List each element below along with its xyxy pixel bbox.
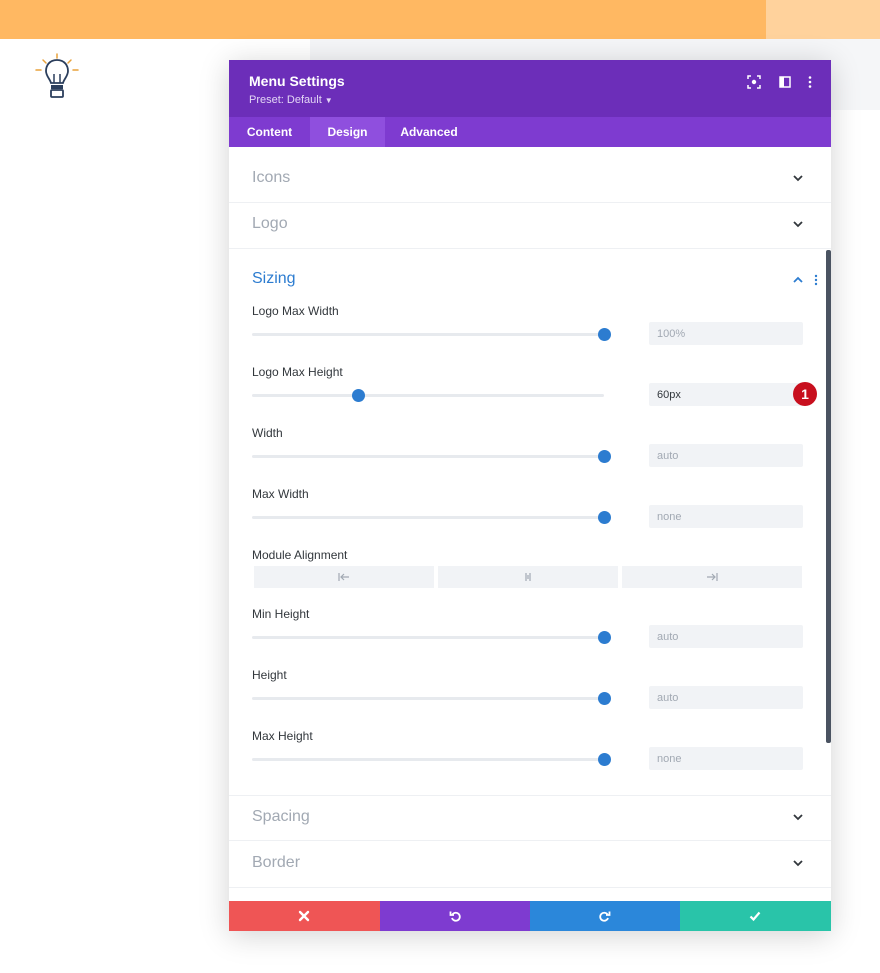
- preset-label: Preset: Default: [249, 94, 322, 106]
- logo-max-width-slider[interactable]: [252, 328, 611, 341]
- section-spacing[interactable]: Spacing: [229, 795, 831, 841]
- focus-icon[interactable]: [746, 74, 762, 90]
- chevron-up-icon[interactable]: [792, 276, 804, 284]
- align-left-button[interactable]: [254, 566, 434, 588]
- undo-icon: [449, 911, 461, 922]
- tab-advanced[interactable]: Advanced: [385, 117, 473, 147]
- align-right-icon: [707, 573, 718, 581]
- max-height-input[interactable]: [649, 747, 803, 770]
- section-icons[interactable]: Icons: [229, 157, 831, 203]
- field-label: Logo Max Height: [252, 365, 343, 379]
- section-options-icon[interactable]: [814, 274, 818, 286]
- slider-thumb[interactable]: [598, 753, 611, 766]
- width-slider[interactable]: [252, 450, 611, 463]
- logo-max-height-slider[interactable]: [252, 389, 604, 402]
- settings-content: Icons Logo Sizing Logo Max Width Logo Ma…: [229, 147, 831, 901]
- min-height-slider[interactable]: [252, 631, 611, 644]
- modal-footer: [229, 901, 831, 931]
- field-label: Module Alignment: [252, 548, 348, 562]
- close-icon: [298, 910, 310, 922]
- cancel-button[interactable]: [229, 901, 380, 931]
- align-right-button[interactable]: [622, 566, 802, 588]
- min-height-input[interactable]: [649, 625, 803, 648]
- slider-thumb[interactable]: [598, 328, 611, 341]
- section-border[interactable]: Border: [229, 842, 831, 888]
- chevron-down-icon: [793, 814, 803, 821]
- align-center-icon: [525, 573, 531, 581]
- modal-header: Menu Settings Preset: Default ▼: [229, 60, 831, 117]
- slider-thumb[interactable]: [598, 631, 611, 644]
- preset-selector[interactable]: Preset: Default ▼: [249, 94, 333, 106]
- width-input[interactable]: [649, 444, 803, 467]
- annotation-badge: 1: [793, 382, 817, 406]
- chevron-down-icon: [793, 221, 803, 228]
- lightbulb-logo-icon: [35, 53, 79, 98]
- undo-button[interactable]: [380, 901, 531, 931]
- tab-design[interactable]: Design: [310, 117, 385, 147]
- field-label: Min Height: [252, 607, 310, 621]
- redo-icon: [599, 911, 611, 922]
- top-banner: [0, 0, 766, 39]
- section-title: Spacing: [252, 808, 310, 825]
- max-width-input[interactable]: [649, 505, 803, 528]
- logo-max-width-input[interactable]: [649, 322, 803, 345]
- check-icon: [749, 911, 761, 922]
- section-title: Icons: [252, 169, 291, 186]
- field-label: Logo Max Width: [252, 304, 339, 318]
- redo-button[interactable]: [530, 901, 681, 931]
- chevron-down-icon: [793, 175, 803, 182]
- height-slider[interactable]: [252, 692, 611, 705]
- slider-thumb[interactable]: [351, 389, 365, 402]
- field-label: Width: [252, 426, 283, 440]
- slider-thumb[interactable]: [598, 692, 611, 705]
- menu-settings-modal: Menu Settings Preset: Default ▼ Content D…: [229, 60, 831, 931]
- tab-content[interactable]: Content: [229, 117, 310, 147]
- field-label: Max Width: [252, 487, 309, 501]
- section-sizing-title[interactable]: Sizing: [252, 270, 296, 288]
- split-view-icon[interactable]: [777, 74, 793, 90]
- scrollbar[interactable]: [826, 250, 831, 743]
- modal-title: Menu Settings: [249, 73, 345, 89]
- height-input[interactable]: [649, 686, 803, 709]
- save-button[interactable]: [680, 901, 831, 931]
- max-height-slider[interactable]: [252, 753, 611, 766]
- field-label: Max Height: [252, 729, 313, 743]
- section-logo[interactable]: Logo: [229, 203, 831, 249]
- logo-max-height-input[interactable]: [649, 383, 803, 406]
- max-width-slider[interactable]: [252, 511, 611, 524]
- align-left-icon: [338, 573, 349, 581]
- slider-thumb[interactable]: [598, 511, 611, 524]
- section-title: Logo: [252, 215, 288, 232]
- slider-thumb[interactable]: [598, 450, 611, 463]
- chevron-down-icon: [793, 860, 803, 867]
- field-label: Height: [252, 668, 287, 682]
- tab-bar: Content Design Advanced: [229, 117, 831, 147]
- caret-down-icon: ▼: [324, 96, 333, 105]
- section-title: Border: [252, 854, 301, 871]
- more-options-icon[interactable]: [802, 74, 818, 90]
- align-center-button[interactable]: [438, 566, 618, 588]
- top-banner-right: [766, 0, 880, 39]
